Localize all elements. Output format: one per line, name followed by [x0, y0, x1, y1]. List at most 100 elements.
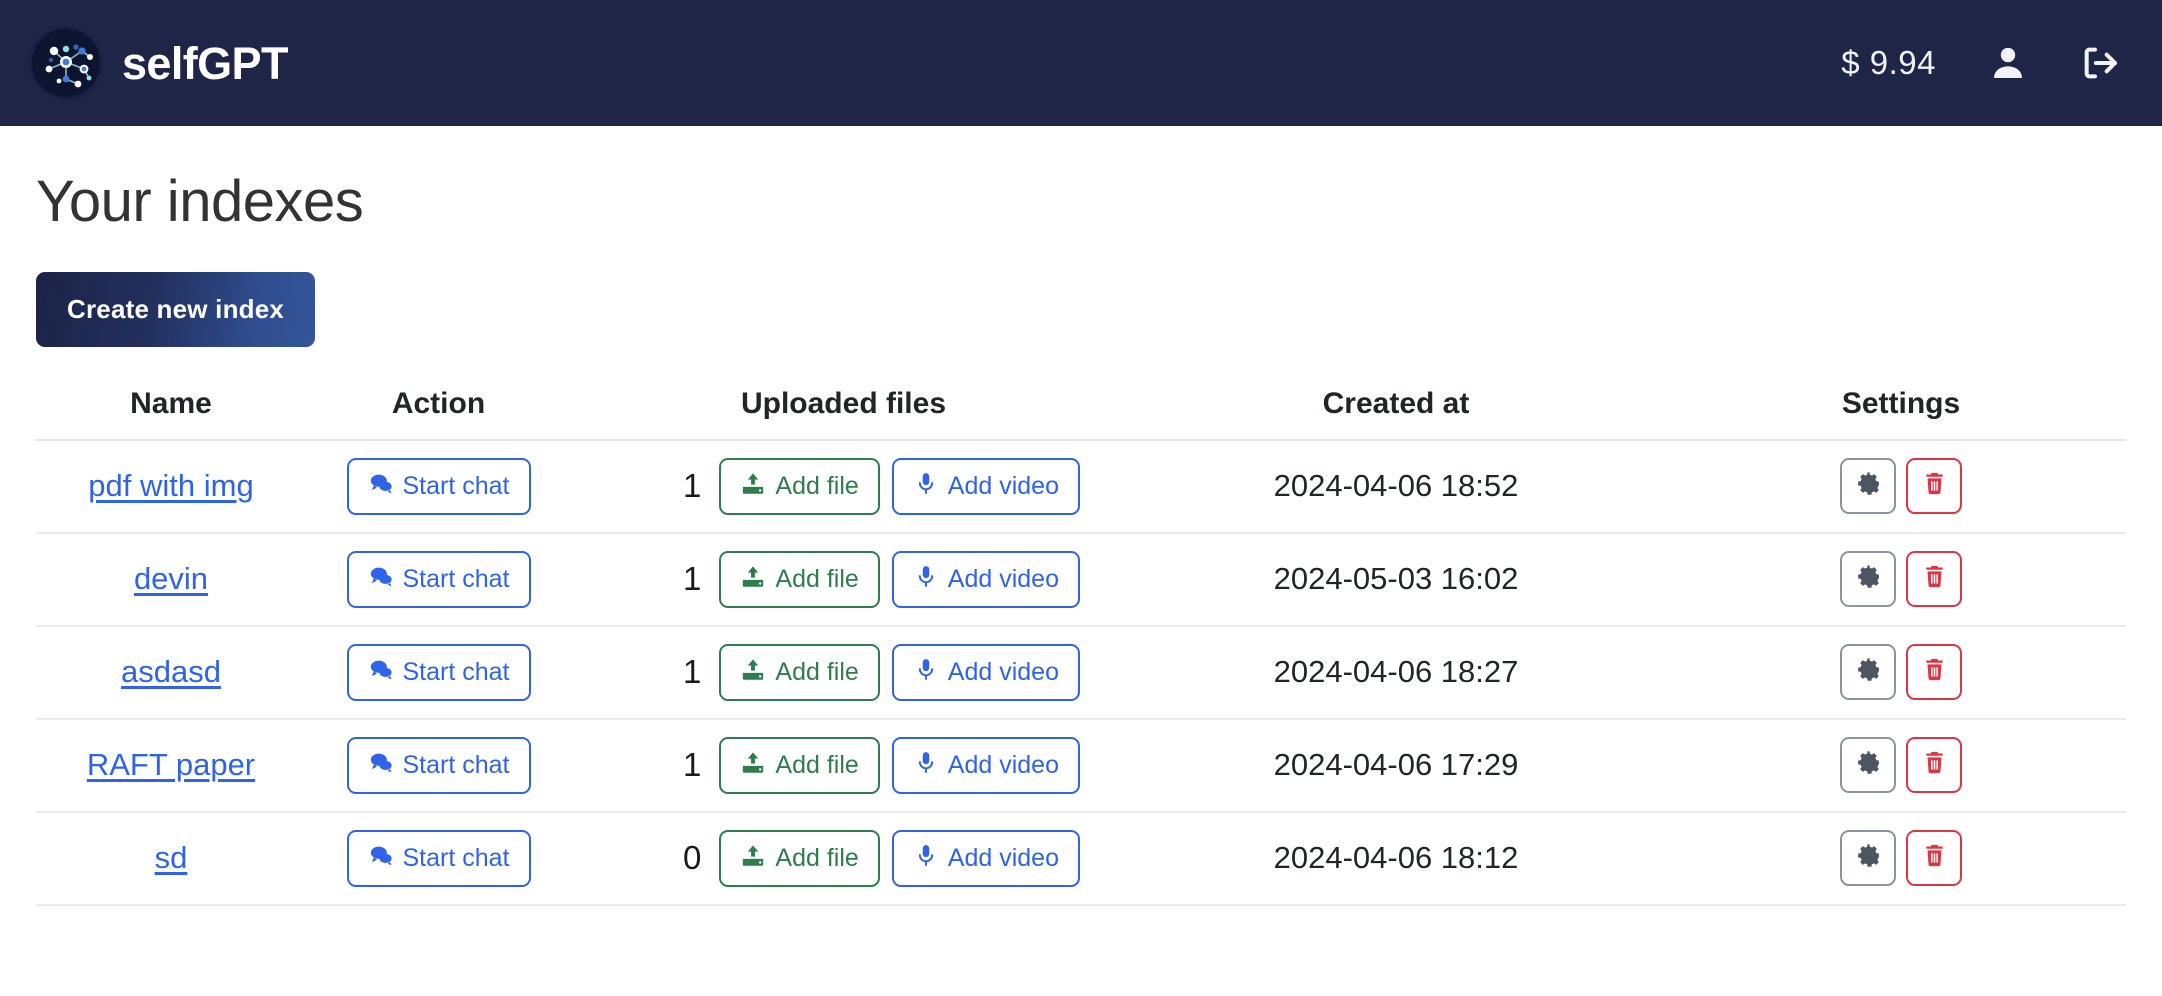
delete-button[interactable] [1906, 458, 1962, 515]
chat-bubbles-icon [368, 564, 394, 595]
gear-icon [1855, 749, 1882, 781]
cell-created-at: 2024-04-06 18:12 [1116, 811, 1676, 906]
settings-button[interactable] [1840, 737, 1896, 794]
settings-button[interactable] [1840, 644, 1896, 701]
cell-uploaded-files: 1 Add file Add video [571, 625, 1116, 720]
add-video-button[interactable]: Add video [891, 550, 1080, 608]
index-name-link[interactable]: devin [134, 561, 208, 596]
created-at-value: 2024-04-06 18:52 [1273, 468, 1519, 504]
gear-icon [1855, 470, 1882, 502]
top-navbar: selfGPT $ 9.94 [0, 0, 2162, 126]
column-header-action: Action [306, 386, 571, 441]
start-chat-label: Start chat [402, 471, 510, 500]
index-name-link[interactable]: sd [155, 840, 188, 875]
created-at-value: 2024-05-03 16:02 [1273, 561, 1519, 597]
add-video-label: Add video [947, 564, 1059, 593]
add-file-label: Add file [775, 750, 859, 779]
cell-settings [1676, 811, 2126, 906]
add-video-button[interactable]: Add video [891, 643, 1080, 701]
settings-button[interactable] [1840, 830, 1896, 887]
cell-settings [1676, 718, 2126, 813]
trash-icon [1921, 656, 1948, 688]
brand-home-link[interactable]: selfGPT [32, 29, 288, 97]
cell-settings [1676, 439, 2126, 534]
cell-created-at: 2024-05-03 16:02 [1116, 532, 1676, 627]
add-file-button[interactable]: Add file [719, 829, 880, 887]
start-chat-button[interactable]: Start chat [346, 736, 531, 794]
uploaded-file-count: 1 [683, 653, 702, 691]
cell-action: Start chat [306, 811, 571, 906]
start-chat-button[interactable]: Start chat [346, 643, 531, 701]
start-chat-button[interactable]: Start chat [346, 457, 531, 515]
index-name-link[interactable]: asdasd [121, 654, 221, 689]
table-row-1: devin Start chat 1 Add file Add video 20… [36, 532, 2126, 627]
upload-file-icon [740, 564, 766, 595]
add-file-button[interactable]: Add file [719, 736, 880, 794]
index-name-link[interactable]: RAFT paper [87, 747, 255, 782]
user-icon[interactable] [1988, 43, 2028, 83]
table-header-row: Name Action Uploaded files Created at Se… [36, 386, 2126, 441]
microphone-icon [913, 657, 939, 688]
gear-icon [1855, 563, 1882, 595]
start-chat-button[interactable]: Start chat [346, 829, 531, 887]
chat-bubbles-icon [368, 843, 394, 874]
microphone-icon [913, 750, 939, 781]
add-video-label: Add video [947, 843, 1059, 872]
network-graph-logo-icon [32, 29, 100, 97]
create-new-index-button[interactable]: Create new index [36, 271, 316, 347]
add-file-button[interactable]: Add file [719, 643, 880, 701]
add-video-label: Add video [947, 471, 1059, 500]
brand-name: selfGPT [122, 37, 288, 89]
add-file-button[interactable]: Add file [719, 550, 880, 608]
add-file-label: Add file [775, 564, 859, 593]
uploaded-file-count: 0 [683, 839, 702, 877]
trash-icon [1921, 842, 1948, 874]
created-at-value: 2024-04-06 17:29 [1273, 747, 1519, 783]
table-row-4: sd Start chat 0 Add file Add video 2024-… [36, 811, 2126, 906]
index-name-link[interactable]: pdf with img [88, 468, 253, 503]
column-header-created-at: Created at [1116, 386, 1676, 441]
add-file-label: Add file [775, 657, 859, 686]
microphone-icon [913, 471, 939, 502]
uploaded-file-count: 1 [683, 746, 702, 784]
cell-uploaded-files: 0 Add file Add video [571, 811, 1116, 906]
cell-created-at: 2024-04-06 18:52 [1116, 439, 1676, 534]
cell-name: RAFT paper [36, 718, 306, 813]
add-video-button[interactable]: Add video [891, 829, 1080, 887]
indexes-table: Name Action Uploaded files Created at Se… [36, 386, 2126, 906]
account-balance: $ 9.94 [1841, 44, 1936, 81]
settings-button[interactable] [1840, 458, 1896, 515]
page-content: Your indexes Create new index Name Actio… [0, 170, 2162, 906]
column-header-uploaded-files: Uploaded files [571, 386, 1116, 441]
trash-icon [1921, 563, 1948, 595]
add-file-button[interactable]: Add file [719, 457, 880, 515]
start-chat-label: Start chat [402, 750, 510, 779]
delete-button[interactable] [1906, 551, 1962, 608]
cell-name: sd [36, 811, 306, 906]
cell-action: Start chat [306, 625, 571, 720]
settings-button[interactable] [1840, 551, 1896, 608]
add-video-button[interactable]: Add video [891, 736, 1080, 794]
upload-file-icon [740, 471, 766, 502]
trash-icon [1921, 749, 1948, 781]
delete-button[interactable] [1906, 644, 1962, 701]
trash-icon [1921, 470, 1948, 502]
column-header-settings: Settings [1676, 386, 2126, 441]
logout-icon[interactable] [2080, 43, 2120, 83]
created-at-value: 2024-04-06 18:12 [1273, 840, 1519, 876]
uploaded-file-count: 1 [683, 560, 702, 598]
start-chat-label: Start chat [402, 564, 510, 593]
gear-icon [1855, 842, 1882, 874]
cell-settings [1676, 625, 2126, 720]
cell-created-at: 2024-04-06 18:27 [1116, 625, 1676, 720]
add-video-label: Add video [947, 657, 1059, 686]
add-video-button[interactable]: Add video [891, 457, 1080, 515]
start-chat-button[interactable]: Start chat [346, 550, 531, 608]
delete-button[interactable] [1906, 737, 1962, 794]
delete-button[interactable] [1906, 830, 1962, 887]
cell-action: Start chat [306, 532, 571, 627]
cell-name: asdasd [36, 625, 306, 720]
table-row-2: asdasd Start chat 1 Add file Add video 2… [36, 625, 2126, 720]
gear-icon [1855, 656, 1882, 688]
start-chat-label: Start chat [402, 657, 510, 686]
